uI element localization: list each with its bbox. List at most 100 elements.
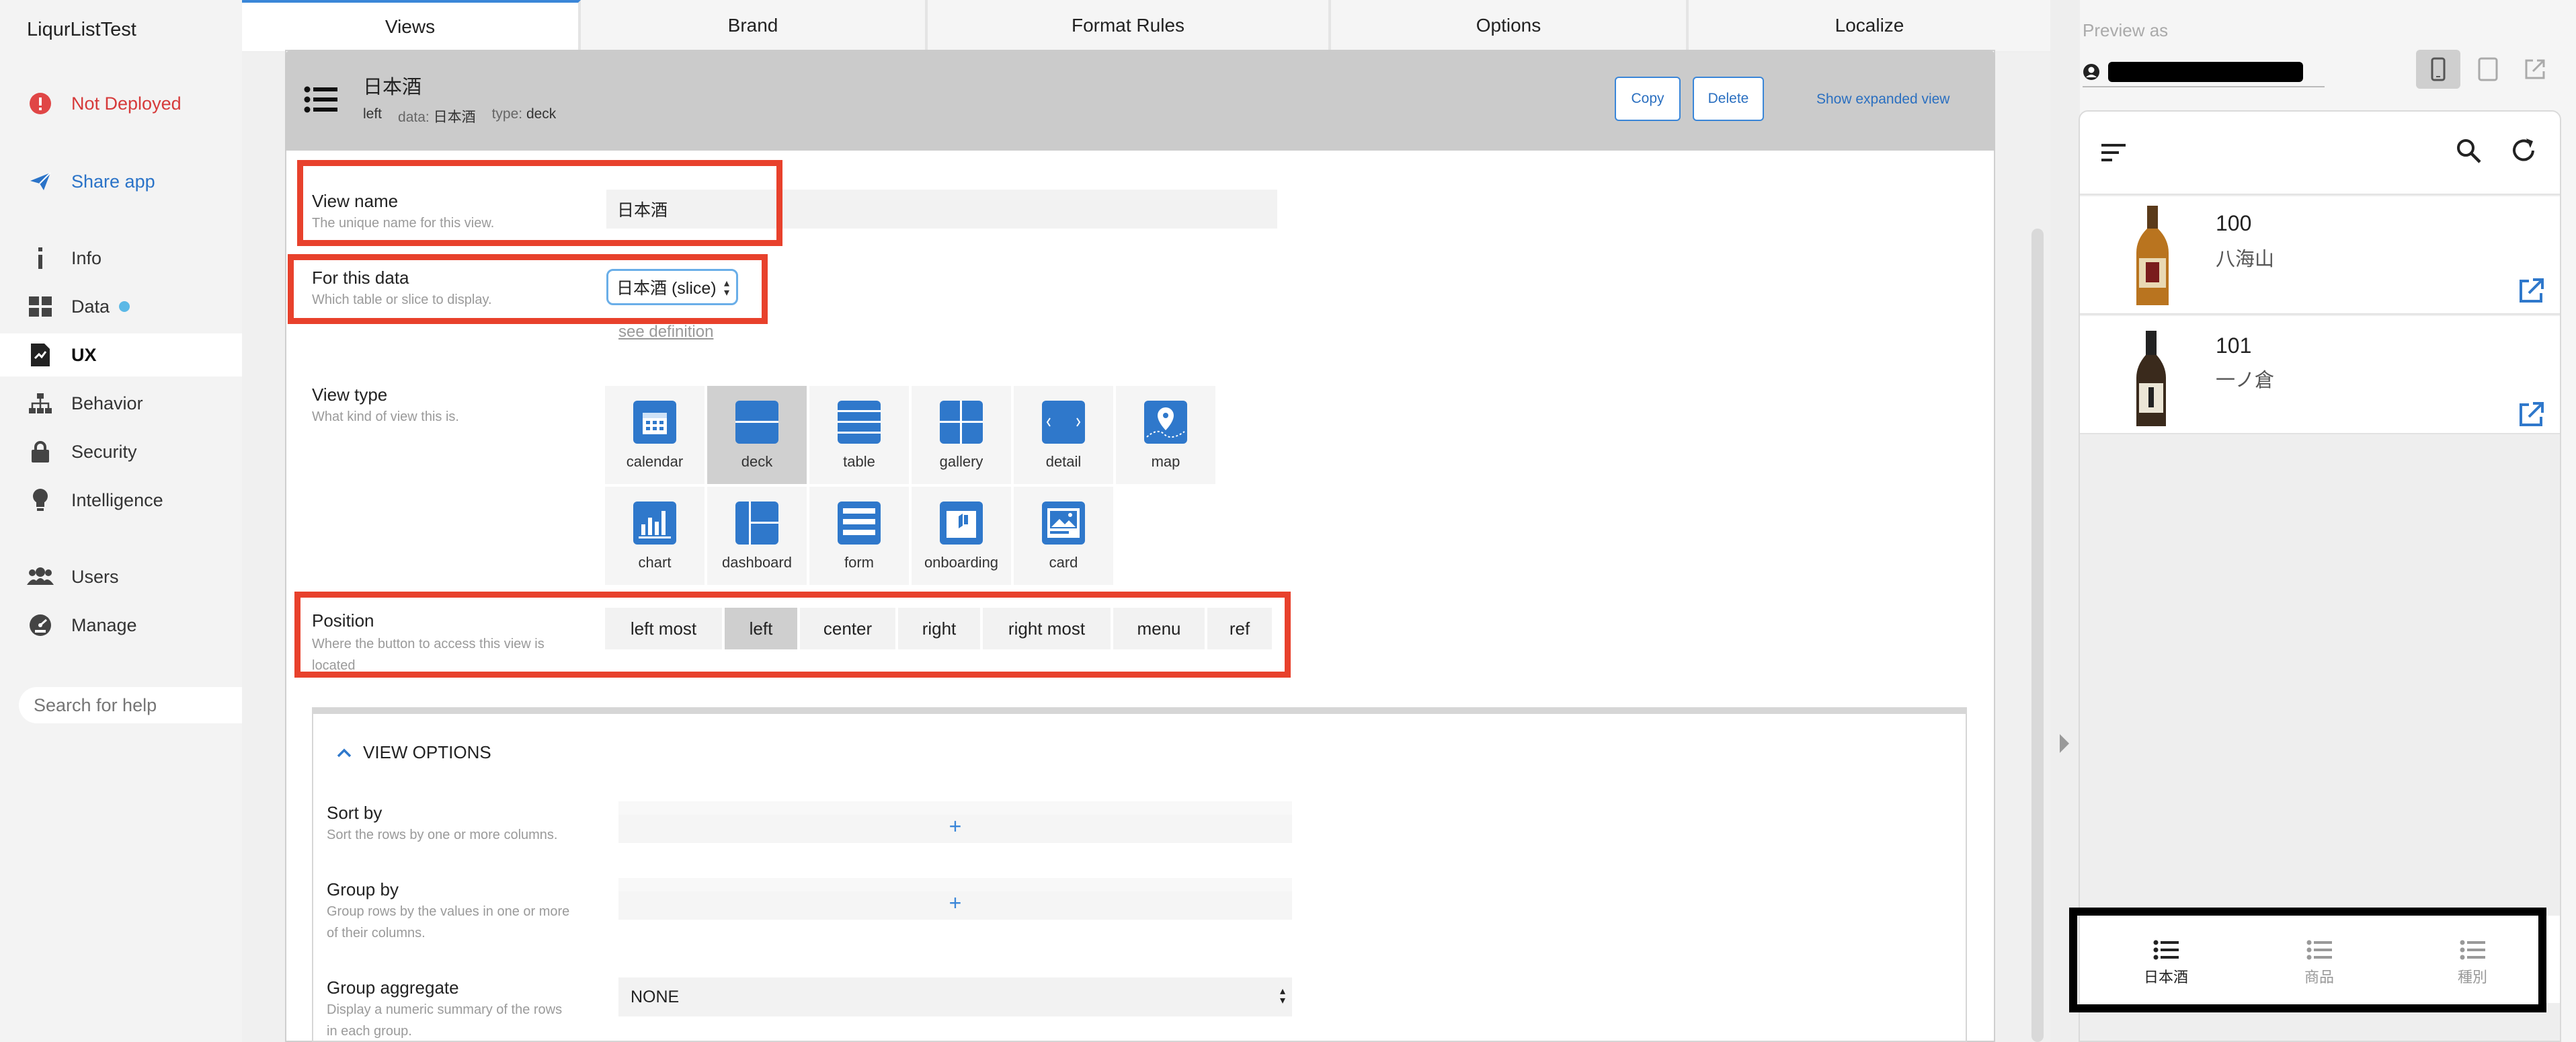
view-type-dashboard[interactable]: dashboard — [707, 487, 807, 585]
highlight-box-view-name — [297, 160, 782, 246]
device-phone-button[interactable] — [2416, 50, 2460, 89]
view-type-card[interactable]: card — [1014, 487, 1113, 585]
view-type-help: What kind of view this is. — [312, 409, 459, 424]
notification-dot — [119, 301, 130, 312]
open-row-icon[interactable] — [2517, 277, 2545, 309]
tab-localize[interactable]: Localize — [1689, 0, 2050, 51]
ux-icon — [27, 342, 54, 368]
group-aggregate-label: Group aggregate — [327, 977, 459, 998]
dashboard-gauge-icon — [27, 612, 54, 639]
tablet-icon — [2478, 57, 2498, 81]
sidebar-item-ux[interactable]: UX — [0, 333, 242, 376]
alert-icon — [27, 90, 54, 117]
show-expanded-view-link[interactable]: Show expanded view — [1816, 91, 1949, 108]
sidebar-item-label: Users — [71, 566, 119, 587]
tab-options[interactable]: Options — [1331, 0, 1689, 51]
view-options-toggle[interactable]: VIEW OPTIONS — [336, 742, 491, 763]
deck-icon — [735, 401, 778, 444]
detail-icon — [1042, 401, 1085, 444]
sidebar-item-label: Intelligence — [71, 489, 163, 510]
sidebar-item-security[interactable]: Security — [0, 430, 242, 473]
group-aggregate-help-line-2: in each group. — [327, 1024, 412, 1039]
copy-button[interactable]: Copy — [1615, 77, 1681, 121]
sidebar-item-label: Info — [71, 247, 102, 268]
phone-toolbar — [2080, 112, 2560, 195]
view-type-gallery[interactable]: gallery — [912, 386, 1011, 484]
view-type-label-text: detail — [1045, 453, 1082, 470]
sidebar-item-label: Data — [71, 296, 110, 317]
view-meta-type-value: deck — [526, 106, 557, 122]
preview-account-select[interactable] — [2083, 58, 2325, 87]
tab-brand[interactable]: Brand — [581, 0, 928, 51]
view-type-label-text: dashboard — [722, 554, 792, 571]
share-app-item[interactable]: Share app — [0, 160, 242, 203]
device-tablet-button[interactable] — [2466, 50, 2510, 89]
sidebar-item-data[interactable]: Data — [0, 285, 242, 328]
view-type-map[interactable]: map — [1116, 386, 1215, 484]
sidebar-item-intelligence[interactable]: Intelligence — [0, 479, 242, 522]
help-search-input[interactable] — [19, 687, 272, 723]
sort-by-help: Sort the rows by one or more columns. — [327, 828, 558, 842]
deploy-status-item[interactable]: Not Deployed — [0, 82, 242, 125]
view-type-label: View type — [312, 385, 388, 405]
group-by-help-line-2: of their columns. — [327, 926, 426, 940]
sort-icon[interactable] — [2101, 143, 2126, 166]
table-icon — [838, 401, 881, 444]
card-image-icon — [1042, 502, 1085, 545]
refresh-icon[interactable] — [2510, 137, 2537, 167]
open-external-button[interactable] — [2513, 50, 2557, 89]
view-type-label-text: table — [843, 453, 875, 470]
lock-icon — [27, 438, 54, 465]
group-by-label: Group by — [327, 879, 399, 899]
group-by-help: Group rows by the values in one or more … — [327, 901, 569, 944]
deck-row-subtitle: 一ノ倉 — [2216, 370, 2275, 391]
main-scrollbar[interactable] — [2031, 229, 2044, 1042]
gallery-icon — [940, 401, 983, 444]
open-row-icon[interactable] — [2517, 401, 2545, 432]
view-type-calendar[interactable]: calendar — [605, 386, 705, 484]
view-type-table[interactable]: table — [809, 386, 909, 484]
redacted-account — [2108, 62, 2303, 82]
phone-icon — [2431, 57, 2446, 81]
view-title: 日本酒 — [363, 77, 422, 98]
chevron-up-icon — [337, 748, 352, 757]
view-type-label-text: deck — [741, 453, 773, 470]
group-aggregate-select[interactable]: NONE ▴ ▾ — [618, 977, 1292, 1016]
deck-row-subtitle: 八海山 — [2216, 249, 2275, 270]
chart-icon — [633, 502, 676, 545]
group-by-add-button[interactable]: + — [618, 878, 1292, 920]
view-type-form[interactable]: form — [809, 487, 909, 585]
send-icon — [27, 168, 54, 195]
view-type-deck[interactable]: deck — [707, 386, 807, 484]
sidebar-item-info[interactable]: Info — [0, 237, 242, 280]
view-meta-type-key: type: — [491, 106, 523, 122]
sort-by-add-button[interactable]: + — [618, 801, 1292, 843]
calendar-icon — [633, 401, 676, 444]
panel-splitter[interactable] — [2050, 0, 2080, 1042]
preview-search-icon[interactable] — [2455, 137, 2482, 167]
lightbulb-icon — [27, 487, 54, 514]
onboarding-icon — [940, 502, 983, 545]
view-type-chart[interactable]: chart — [605, 487, 705, 585]
view-meta-data: data: 日本酒 — [398, 106, 476, 126]
highlight-box-position — [294, 592, 1291, 678]
list-icon — [304, 86, 337, 116]
tab-format-rules[interactable]: Format Rules — [928, 0, 1331, 51]
sidebar-item-label: Behavior — [71, 393, 143, 413]
deck-row-title: 101 — [2216, 333, 2252, 358]
sidebar-item-behavior[interactable]: Behavior — [0, 382, 242, 425]
view-type-detail[interactable]: detail — [1014, 386, 1113, 484]
sidebar-item-users[interactable]: Users — [0, 555, 242, 598]
sidebar-item-manage[interactable]: Manage — [0, 604, 242, 647]
view-type-onboarding[interactable]: onboarding — [912, 487, 1011, 585]
sitemap-icon — [27, 390, 54, 417]
delete-button[interactable]: Delete — [1693, 77, 1764, 121]
tab-views[interactable]: Views — [242, 0, 581, 51]
see-definition-link[interactable]: see definition — [618, 323, 713, 342]
deck-row-title: 100 — [2216, 211, 2252, 235]
group-aggregate-help-line-1: Display a numeric summary of the rows — [327, 1002, 563, 1017]
view-type-label-text: onboarding — [924, 554, 999, 571]
sidebar-item-label: UX — [71, 344, 97, 365]
expand-arrow-icon[interactable] — [2060, 734, 2069, 753]
highlight-box-for-this-data — [288, 254, 768, 324]
